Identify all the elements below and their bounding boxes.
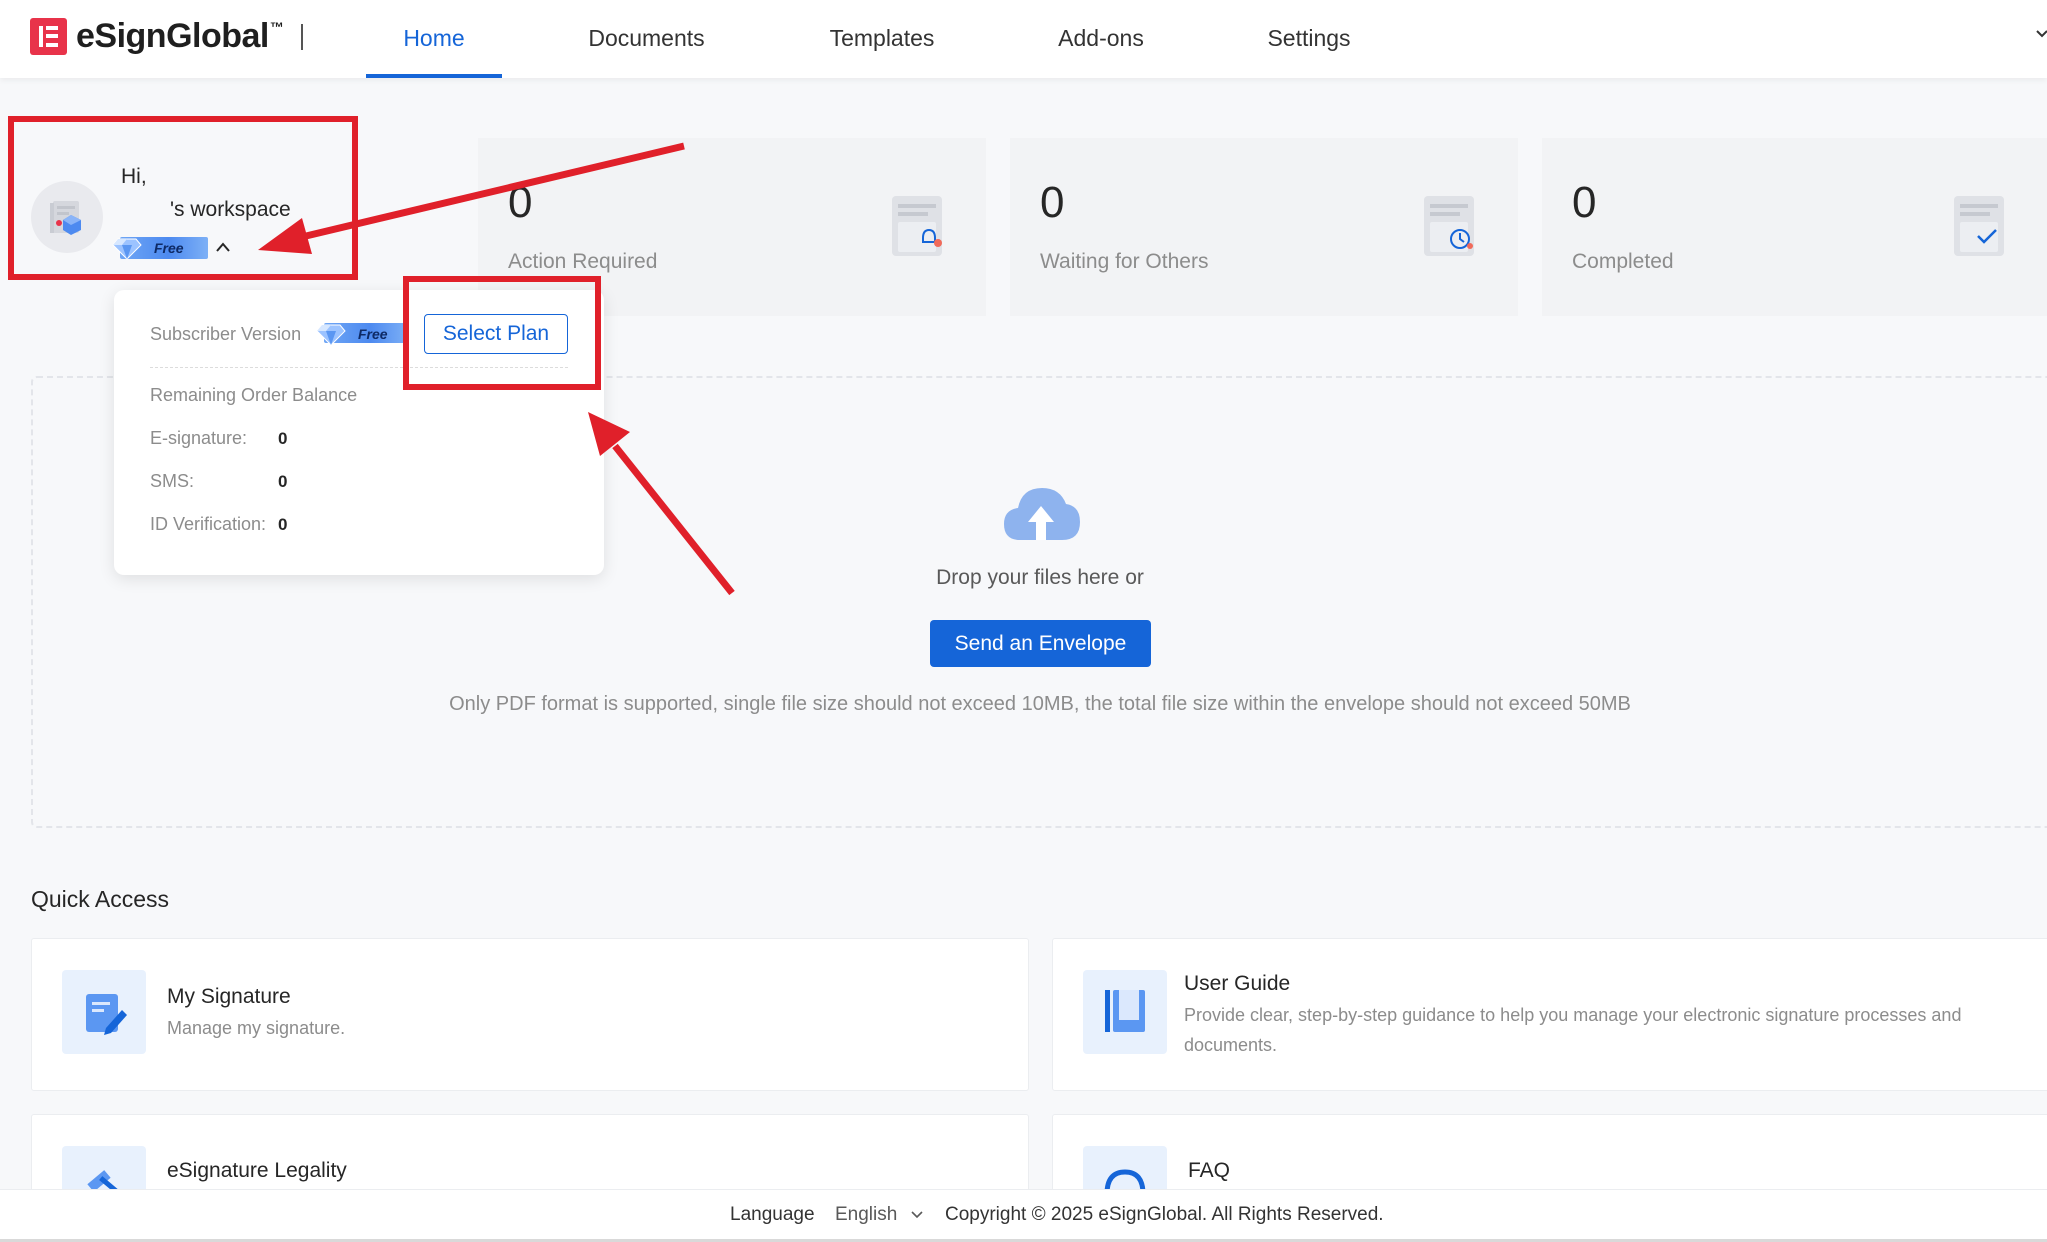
chevron-down-icon — [911, 1211, 923, 1219]
annotation-box-workspace — [8, 116, 358, 280]
send-envelope-button[interactable]: Send an Envelope — [930, 620, 1151, 667]
balance-value: 0 — [278, 429, 288, 448]
chevron-down-icon[interactable] — [2035, 28, 2047, 40]
nav-add-ons[interactable]: Add-ons — [1044, 0, 1158, 78]
page-footer: Language English Copyright © 2025 eSignG… — [0, 1189, 2047, 1242]
stat-label: Completed — [1572, 250, 1674, 273]
diamond-icon — [316, 324, 346, 346]
quick-access-name: User Guide — [1184, 972, 1291, 995]
quick-access-name: eSignature Legality — [167, 1159, 347, 1182]
plan-badge: Free — [316, 323, 408, 346]
language-value: English — [835, 1204, 898, 1225]
file-format-note: Only PDF format is supported, single fil… — [449, 693, 1631, 715]
quick-access-name: FAQ — [1188, 1159, 1231, 1182]
balance-value: 0 — [278, 472, 288, 491]
logo-divider — [301, 23, 304, 50]
quick-access-my-signature[interactable]: My Signature Manage my signature. — [31, 938, 1029, 1091]
top-navbar: eSignGlobal™ Home Documents Templates Ad… — [0, 0, 2047, 78]
quick-access-user-guide[interactable]: User Guide Provide clear, step-by-step g… — [1052, 938, 2047, 1091]
nav-settings[interactable]: Settings — [1257, 0, 1361, 78]
quick-access-desc: Provide clear, step-by-step guidance to … — [1184, 1005, 1962, 1055]
language-select[interactable]: English — [835, 1204, 923, 1226]
stat-value: 0 — [508, 178, 533, 227]
drop-files-text: Drop your files here or — [936, 566, 1144, 589]
stat-label: Waiting for Others — [1040, 250, 1209, 273]
signature-pen-icon — [62, 970, 146, 1054]
plan-badge-label: Free — [358, 326, 388, 342]
check-document-icon — [1954, 196, 2004, 256]
stat-value: 0 — [1040, 178, 1065, 227]
logo-text: eSignGlobal™ — [76, 17, 284, 55]
book-icon — [1083, 970, 1167, 1054]
logo-mark-icon — [30, 18, 67, 55]
bell-document-icon — [892, 196, 942, 256]
copyright-text: Copyright © 2025 eSignGlobal. All Rights… — [945, 1204, 1384, 1225]
stat-label: Action Required — [508, 250, 658, 273]
quick-access-title: Quick Access — [31, 886, 170, 912]
stat-value: 0 — [1572, 178, 1597, 227]
balance-value: 0 — [278, 515, 288, 534]
brand-logo[interactable]: eSignGlobal™ — [30, 17, 304, 56]
quick-access-name: My Signature — [167, 985, 291, 1008]
clock-document-icon — [1424, 196, 1474, 256]
language-label: Language — [730, 1204, 815, 1225]
stat-card-completed[interactable]: 0 Completed — [1542, 138, 2047, 316]
nav-documents[interactable]: Documents — [565, 0, 728, 78]
quick-access-desc: Manage my signature. — [167, 1018, 346, 1038]
balance-label: SMS: — [150, 471, 195, 491]
balance-label: E-signature: — [150, 428, 248, 448]
remaining-balance-title: Remaining Order Balance — [150, 385, 358, 405]
stat-card-waiting[interactable]: 0 Waiting for Others — [1010, 138, 1518, 316]
balance-label: ID Verification: — [150, 514, 267, 534]
nav-templates[interactable]: Templates — [808, 0, 956, 78]
subscriber-version-label: Subscriber Version — [150, 324, 302, 344]
nav-home[interactable]: Home — [366, 0, 502, 78]
annotation-box-select-plan — [403, 276, 601, 390]
cloud-upload-icon — [1004, 488, 1080, 540]
